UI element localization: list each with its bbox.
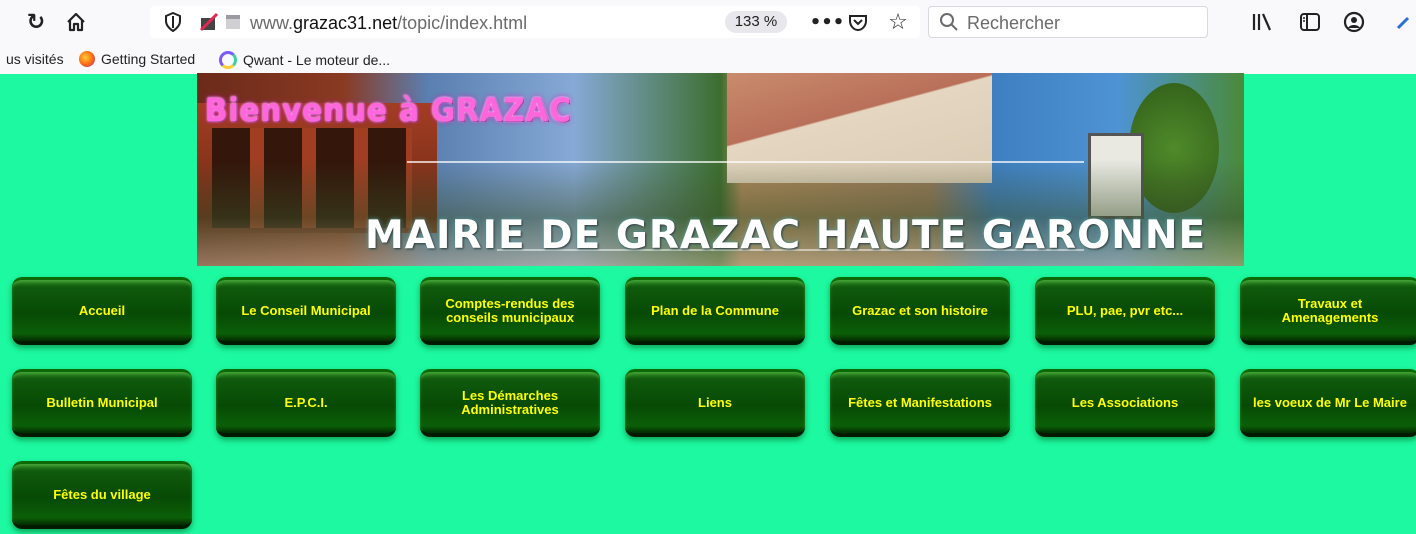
page-icon xyxy=(222,8,244,36)
bookmark-getting-started[interactable]: Getting Started xyxy=(79,51,195,67)
url-text[interactable]: www.grazac31.net/topic/index.html xyxy=(250,13,527,34)
nav-plu-button[interactable]: PLU, pae, pvr etc... xyxy=(1035,277,1215,345)
nav-label: Comptes-rendus des conseils municipaux xyxy=(445,295,575,325)
bookmarks-bar: us visités Getting Started Qwant - Le mo… xyxy=(0,44,1416,74)
nav-conseil-municipal-button[interactable]: Le Conseil Municipal xyxy=(216,277,396,345)
nav-accueil-button[interactable]: Accueil xyxy=(12,277,192,345)
bookmark-label: us visités xyxy=(6,51,64,67)
extension-icon[interactable] xyxy=(1392,8,1416,36)
nav-label: E.P.C.I. xyxy=(284,394,328,410)
more-icon[interactable]: ••• xyxy=(810,8,845,36)
nav-demarches-button[interactable]: Les Démarches Administratives xyxy=(420,369,600,437)
zoom-badge[interactable]: 133 % xyxy=(725,11,787,33)
nav-label: Fêtes et Manifestations xyxy=(848,394,992,410)
browser-toolbar: ↻ www.grazac31.net/topic/index.html 133 … xyxy=(0,0,1416,44)
nav-label: les voeux de Mr Le Maire xyxy=(1253,394,1407,410)
search-placeholder[interactable]: Rechercher xyxy=(967,13,1060,34)
account-icon[interactable] xyxy=(1340,8,1368,36)
nav-label: PLU, pae, pvr etc... xyxy=(1066,302,1184,318)
nav-label: Liens xyxy=(698,394,732,410)
pocket-icon[interactable] xyxy=(846,8,870,36)
nav-comptes-rendus-button[interactable]: Comptes-rendus des conseils municipaux xyxy=(420,277,600,345)
search-icon xyxy=(937,8,961,36)
nav-fetes-manifestations-button[interactable]: Fêtes et Manifestations xyxy=(830,369,1010,437)
shield-icon[interactable] xyxy=(162,8,184,36)
home-icon[interactable] xyxy=(62,8,90,36)
nav-label: Le Conseil Municipal xyxy=(241,302,371,318)
reload-icon[interactable]: ↻ xyxy=(22,8,50,36)
nav-liens-button[interactable]: Liens xyxy=(625,369,805,437)
qwant-icon xyxy=(219,51,237,69)
nav-label: Fêtes du village xyxy=(53,486,151,502)
bookmark-most-visited[interactable]: us visités xyxy=(6,51,64,67)
nav-plan-commune-button[interactable]: Plan de la Commune xyxy=(625,277,805,345)
search-box[interactable]: Rechercher xyxy=(928,6,1208,38)
bookmark-label: Qwant - Le moteur de... xyxy=(243,52,391,68)
nav-bulletin-button[interactable]: Bulletin Municipal xyxy=(12,369,192,437)
nav-label: Grazac et son histoire xyxy=(852,302,988,318)
banner-title: Bienvenue à GRAZAC xyxy=(205,91,572,129)
site-banner: Bienvenue à GRAZAC MAIRIE DE GRAZAC HAUT… xyxy=(197,73,1244,266)
banner-subtitle: MAIRIE DE GRAZAC HAUTE GARONNE xyxy=(365,213,1207,258)
nav-fetes-village-button[interactable]: Fêtes du village xyxy=(12,461,192,529)
nav-travaux-button[interactable]: Travaux et Amenagements xyxy=(1240,277,1416,345)
nav-label: Les Démarches Administratives xyxy=(461,387,559,417)
sidebar-icon[interactable] xyxy=(1296,8,1324,36)
firefox-icon xyxy=(79,51,95,67)
url-bar[interactable]: www.grazac31.net/topic/index.html 133 % … xyxy=(150,6,920,38)
nav-label: Plan de la Commune xyxy=(651,302,779,318)
nav-label: Accueil xyxy=(78,302,126,318)
bookmark-label: Getting Started xyxy=(101,51,196,67)
banner-line xyxy=(407,161,1084,163)
nav-associations-button[interactable]: Les Associations xyxy=(1035,369,1215,437)
tracking-icon[interactable] xyxy=(198,8,220,36)
nav-label: Travaux et Amenagements xyxy=(1281,295,1379,325)
nav-histoire-button[interactable]: Grazac et son histoire xyxy=(830,277,1010,345)
bookmark-qwant[interactable]: Qwant - Le moteur de... xyxy=(219,51,390,69)
star-icon[interactable]: ☆ xyxy=(886,8,910,36)
nav-voeux-button[interactable]: les voeux de Mr Le Maire xyxy=(1240,369,1416,437)
nav-epci-button[interactable]: E.P.C.I. xyxy=(216,369,396,437)
library-icon[interactable] xyxy=(1248,8,1276,36)
nav-label: Bulletin Municipal xyxy=(46,394,158,410)
nav-label: Les Associations xyxy=(1071,394,1179,410)
